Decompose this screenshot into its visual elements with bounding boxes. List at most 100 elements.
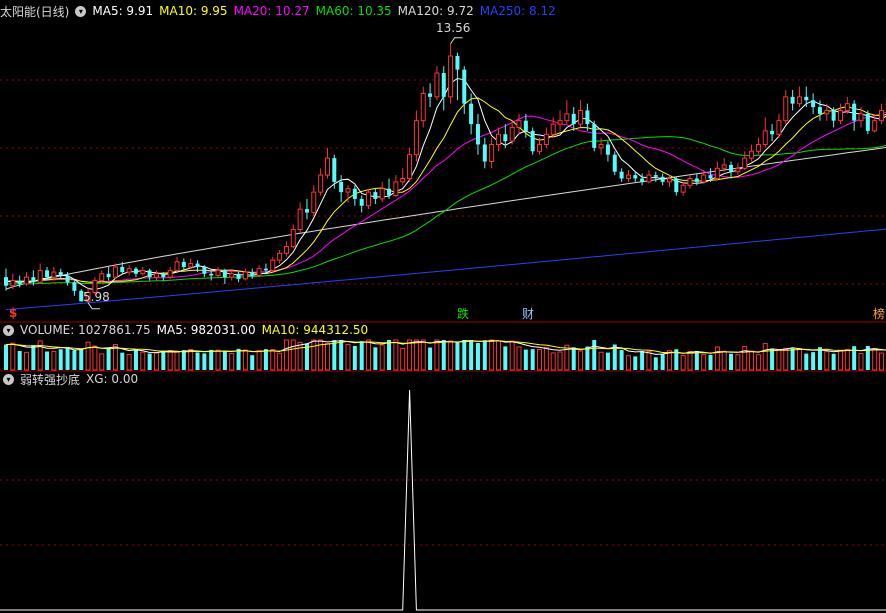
candle-body-up xyxy=(721,164,727,169)
volume-bar-up xyxy=(646,350,652,371)
candle-body-up xyxy=(10,280,16,287)
volume-bar-down xyxy=(585,346,590,370)
candle-body-up xyxy=(393,181,399,197)
volume-bar-up xyxy=(99,353,105,371)
candlestick xyxy=(379,181,385,203)
volume-bar-up xyxy=(762,343,768,371)
candlestick xyxy=(441,66,446,111)
volume-bar-down xyxy=(455,342,460,370)
ma5-line xyxy=(6,77,886,291)
event-marker-dollar[interactable]: $ xyxy=(9,306,17,320)
candlestick xyxy=(550,117,556,138)
candle-body-up xyxy=(400,178,406,183)
candlestick xyxy=(543,127,549,148)
volume-bar-up xyxy=(188,349,194,371)
volume-bar-up xyxy=(229,352,235,371)
candlestick xyxy=(236,272,241,283)
event-marker-bang[interactable]: 榜 xyxy=(873,305,885,322)
candle-body-up xyxy=(188,263,194,268)
candle-body-up xyxy=(625,174,631,180)
candlestick xyxy=(735,163,741,176)
volume-bar-down xyxy=(653,357,658,370)
volume-bar-up xyxy=(153,352,159,371)
volume-bar-up xyxy=(557,351,563,371)
event-marker-die[interactable]: 跌 xyxy=(457,305,469,322)
candle-body-down xyxy=(120,266,125,273)
candle-body-up xyxy=(489,143,495,162)
candlestick xyxy=(324,147,330,179)
candlestick xyxy=(475,113,480,155)
candle-body-up xyxy=(776,120,782,135)
candlestick xyxy=(24,272,30,286)
candle-body-up xyxy=(837,109,843,122)
candle-body-up xyxy=(140,269,146,275)
volume-bar-down xyxy=(770,348,775,370)
candlestick xyxy=(413,110,419,162)
candlestick xyxy=(126,265,132,276)
volume-bar-up xyxy=(489,339,495,371)
candle-body-down xyxy=(770,130,775,135)
candle-body-up xyxy=(701,174,707,183)
candle-body-up xyxy=(448,55,454,98)
candlestick xyxy=(393,175,399,198)
candle-body-down xyxy=(619,171,624,179)
candle-body-up xyxy=(564,113,570,122)
candle-body-down xyxy=(865,113,870,131)
candlestick xyxy=(147,268,152,281)
event-marker-cai[interactable]: 财 xyxy=(522,305,534,322)
chevron-down-icon[interactable]: ▾ xyxy=(75,5,87,17)
volume-bar-down xyxy=(482,340,487,370)
volume-bar-down xyxy=(571,347,576,370)
candlestick xyxy=(250,268,255,279)
volume-bar-down xyxy=(45,351,50,370)
chevron-down-icon[interactable]: ▾ xyxy=(3,324,14,336)
volume-bar-up xyxy=(85,341,91,371)
chevron-down-icon[interactable]: ▾ xyxy=(3,373,14,385)
volume-bar-up xyxy=(666,350,672,371)
volume-bar-up xyxy=(844,348,850,371)
candle-body-up xyxy=(407,154,413,180)
volume-bar-up xyxy=(550,352,556,371)
kline-chart[interactable] xyxy=(0,0,886,613)
candlestick xyxy=(400,168,406,186)
volume-bar-up xyxy=(24,351,30,371)
candle-body-up xyxy=(537,143,543,152)
ma20-label: MA20: 10.27 xyxy=(233,4,310,18)
candle-body-up xyxy=(256,268,262,276)
candlestick xyxy=(646,170,652,184)
volume-bar-up xyxy=(824,351,830,371)
candle-body-up xyxy=(762,130,768,145)
candlestick xyxy=(592,120,597,152)
candle-body-up xyxy=(680,184,686,193)
volume-bar-up xyxy=(735,354,741,371)
volume-bar-down xyxy=(250,355,255,370)
candle-body-up xyxy=(509,126,515,142)
candlestick xyxy=(564,100,570,125)
candlestick xyxy=(865,110,870,135)
volume-bar-down xyxy=(592,340,597,370)
candle-body-up xyxy=(277,252,283,261)
candlestick xyxy=(153,270,159,281)
candle-body-up xyxy=(242,271,248,280)
candle-body-up xyxy=(345,188,351,193)
candle-body-down xyxy=(209,273,214,276)
candlestick xyxy=(598,137,604,155)
candle-body-up xyxy=(796,96,802,105)
candlestick xyxy=(660,173,665,186)
volume-bar-up xyxy=(167,350,173,371)
volume-bar-up xyxy=(537,348,543,371)
volume-bar-down xyxy=(195,352,200,370)
volume-bar-up xyxy=(400,347,406,371)
ma20-line xyxy=(6,111,886,283)
candle-body-down xyxy=(585,110,590,125)
candlestick xyxy=(804,86,809,108)
volume-bar-down xyxy=(530,349,535,370)
volume-bar-up xyxy=(393,339,399,371)
candlestick xyxy=(270,256,276,273)
volume-bar-up xyxy=(92,345,98,371)
volume-bar-up xyxy=(509,340,515,371)
ma120-label: MA120: 9.72 xyxy=(397,4,474,18)
volume-bar-up xyxy=(448,340,454,371)
ma250-line xyxy=(5,228,886,310)
candlestick xyxy=(755,137,761,155)
